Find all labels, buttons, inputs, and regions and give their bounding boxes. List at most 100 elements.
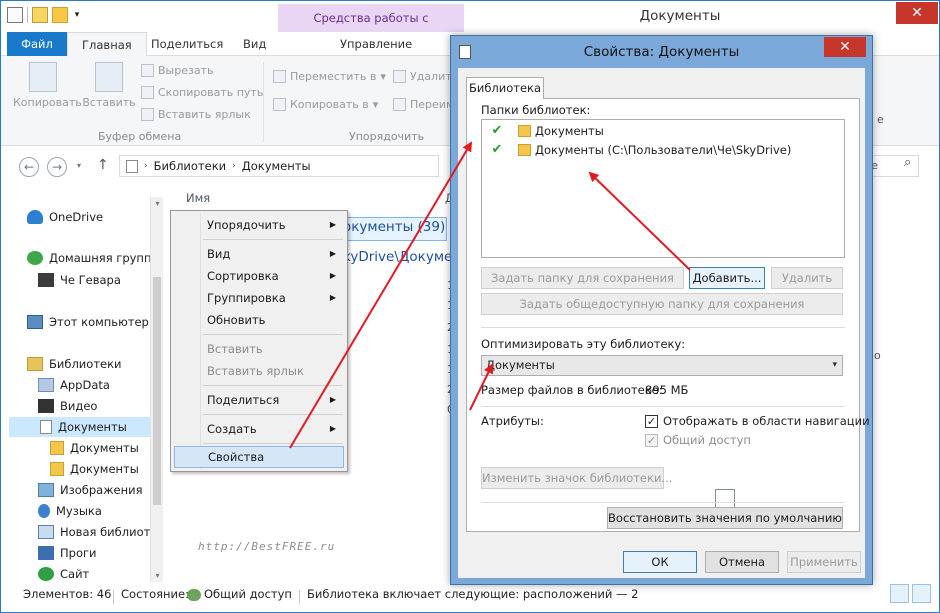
default-save-check-icon: ✔ <box>491 123 503 138</box>
copy-path-button[interactable]: Скопировать путь <box>141 86 263 99</box>
list-item[interactable]: kyDrive\Докуме <box>343 249 452 265</box>
folder-icon <box>50 462 64 476</box>
nav-item-programs[interactable]: Проги <box>38 543 97 563</box>
avatar-icon <box>38 273 54 287</box>
menu-item-paste[interactable]: Вставить <box>174 338 344 360</box>
show-in-nav-checkbox[interactable]: ✓ Отображать в области навигации <box>645 414 870 428</box>
optimize-select[interactable]: Документы ▾ <box>481 355 843 376</box>
tab-file[interactable]: Файл <box>7 32 67 56</box>
tab-library[interactable]: Библиотека <box>466 77 544 99</box>
documents-icon <box>40 420 52 434</box>
nav-item-documents-skydrive[interactable]: Документы <box>50 459 139 479</box>
nav-item-homegroup[interactable]: Домашняя группа <box>27 248 159 268</box>
menu-item-new[interactable]: Создать ▶ <box>174 418 344 440</box>
change-icon-button[interactable]: Изменить значок библиотеки... <box>481 467 672 489</box>
paste-button[interactable]: Вставить <box>79 62 139 109</box>
close-window-button[interactable]: ✕ <box>896 2 938 24</box>
watermark: http://BestFREE.ru <box>198 540 336 553</box>
list-item[interactable]: ✔ Документы <box>488 122 604 140</box>
breadcrumb[interactable]: › Библиотеки › Документы <box>119 155 439 177</box>
list-item[interactable]: ✔ Документы (C:\Пользователи\Че\SkyDrive… <box>488 141 792 159</box>
menu-item-arrange[interactable]: Упорядочить ▶ <box>174 214 344 236</box>
recent-locations-chevron-icon[interactable]: ▾ <box>73 157 85 177</box>
copy-button[interactable]: Копировать <box>13 62 82 109</box>
tab-view[interactable]: Вид <box>229 32 280 56</box>
folders-label: Папки библиотек: <box>481 103 591 117</box>
set-save-folder-button[interactable]: Задать папку для сохранения <box>481 267 684 289</box>
breadcrumb-separator: › <box>144 161 148 171</box>
nav-item-user[interactable]: Че Гевара <box>38 270 121 290</box>
copy-path-label: Скопировать путь <box>158 86 264 99</box>
back-button[interactable]: ← <box>19 157 39 177</box>
menu-item-label: Упорядочить <box>207 218 286 232</box>
shared-checkbox[interactable]: ✓ Общий доступ <box>645 433 751 447</box>
scroll-down-icon[interactable]: ▾ <box>151 571 164 580</box>
menu-item-properties[interactable]: Свойства <box>174 446 344 468</box>
nav-item-music[interactable]: Музыка <box>38 501 102 521</box>
ok-button[interactable]: ОК <box>623 551 697 573</box>
library-tools-tab[interactable]: Средства работы с библиотекой <box>278 4 464 53</box>
paste-shortcut-button[interactable]: Вставить ярлык <box>141 108 251 121</box>
restore-defaults-button[interactable]: Восстановить значения по умолчанию <box>607 507 843 529</box>
dialog-title: Свойства: Документы <box>583 44 740 60</box>
column-header-name[interactable]: Имя <box>186 191 210 205</box>
close-dialog-button[interactable]: ✕ <box>824 37 866 57</box>
move-to-icon <box>273 70 286 83</box>
breadcrumb-documents[interactable]: Документы <box>242 159 311 173</box>
add-folder-button[interactable]: Добавить... <box>689 267 765 289</box>
nav-item-this-pc[interactable]: Этот компьютер <box>27 312 149 332</box>
remove-folder-button[interactable]: Удалить <box>771 267 843 289</box>
optimize-value: Документы <box>486 358 555 372</box>
folder-icon <box>518 144 531 156</box>
menu-item-group[interactable]: Группировка ▶ <box>174 287 344 309</box>
chevron-down-icon: ▾ <box>832 360 837 370</box>
tab-home[interactable]: Главная <box>67 32 147 57</box>
rename-button[interactable]: Переим <box>393 98 454 111</box>
submenu-arrow-icon: ▶ <box>329 293 336 302</box>
copy-to-button[interactable]: Копировать в ▾ <box>273 98 378 111</box>
set-public-save-folder-button[interactable]: Задать общедоступную папку для сохранени… <box>481 293 843 315</box>
nav-item-video[interactable]: Видео <box>38 396 97 416</box>
menu-item-sort[interactable]: Сортировка ▶ <box>174 265 344 287</box>
properties-dialog: Свойства: Документы ✕ Библиотека Папки б… <box>450 35 873 585</box>
menu-item-paste-shortcut[interactable]: Вставить ярлык <box>174 360 344 382</box>
up-button[interactable]: ↑ <box>97 157 109 173</box>
paste-label: Вставить <box>82 96 136 109</box>
breadcrumb-libraries[interactable]: Библиотеки <box>154 159 227 173</box>
nav-item-onedrive[interactable]: OneDrive <box>27 207 103 227</box>
cut-button[interactable]: Вырезать <box>141 64 213 77</box>
nav-item-appdata[interactable]: AppData <box>38 375 110 395</box>
delete-icon <box>393 70 406 83</box>
menu-item-share[interactable]: Поделиться ▶ <box>174 389 344 411</box>
tab-manage[interactable]: Управление <box>326 32 426 56</box>
rename-icon <box>393 98 406 111</box>
nav-item-documents[interactable]: Документы <box>9 417 150 437</box>
nav-item-label: Библиотеки <box>49 357 122 371</box>
library-folders-list[interactable]: ✔ Документы ✔ Документы (C:\Пользователи… <box>481 119 845 258</box>
menu-item-refresh[interactable]: Обновить <box>174 309 344 331</box>
tab-share[interactable]: Поделиться <box>137 32 237 56</box>
details-view-icon[interactable] <box>890 584 909 603</box>
nav-item-site[interactable]: Сайт <box>38 564 89 584</box>
delete-button[interactable]: Удалить <box>393 70 458 83</box>
scrollbar-thumb[interactable] <box>153 277 161 505</box>
nav-item-documents-folder[interactable]: Документы <box>50 438 139 458</box>
nav-item-label: Этот компьютер <box>49 315 149 329</box>
nav-scrollbar[interactable]: ▾ ▾ <box>150 197 163 582</box>
cancel-button[interactable]: Отмена <box>705 551 779 573</box>
menu-item-label: Группировка <box>207 291 286 305</box>
menu-item-view[interactable]: Вид ▶ <box>174 243 344 265</box>
scroll-up-icon[interactable]: ▾ <box>151 199 164 208</box>
move-to-button[interactable]: Переместить в ▾ <box>273 70 386 83</box>
nav-item-label: OneDrive <box>49 210 104 224</box>
nav-item-pictures[interactable]: Изображения <box>38 480 143 500</box>
search-icon[interactable]: ⌕ <box>904 155 911 170</box>
nav-item-libraries[interactable]: Библиотеки <box>27 354 122 374</box>
forward-button[interactable]: → <box>47 157 67 177</box>
computer-icon <box>27 315 43 329</box>
nav-item-new-library[interactable]: Новая библиоте <box>38 522 157 542</box>
list-item[interactable]: окументы (39) <box>343 219 445 235</box>
large-icons-view-icon[interactable] <box>912 584 931 603</box>
apply-button[interactable]: Применить <box>787 551 861 573</box>
site-icon <box>38 567 54 581</box>
